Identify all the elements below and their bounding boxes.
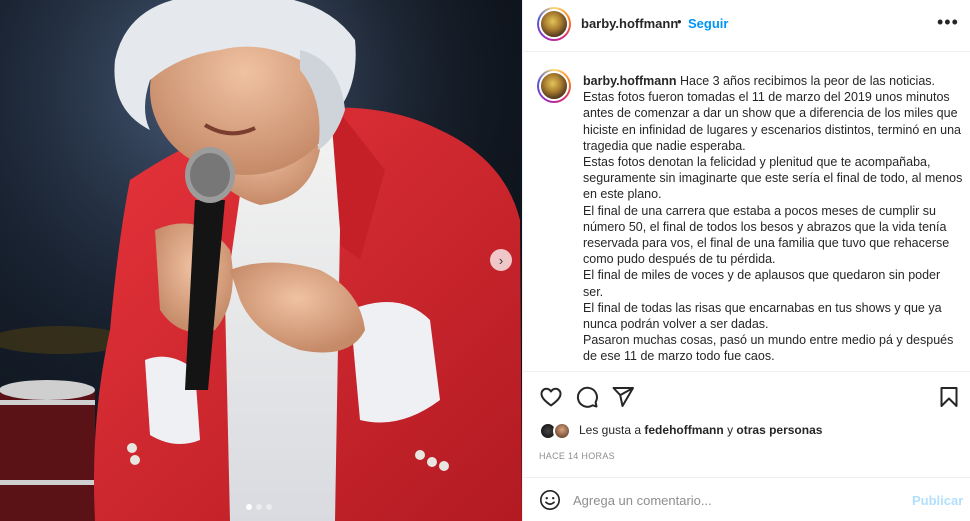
- likes-text: Les gusta a fedehoffmann y otras persona…: [579, 423, 822, 437]
- post-side-panel: barby.hoffmann • Seguir ••• barby.hoffma…: [522, 0, 970, 521]
- comment-input[interactable]: [573, 490, 893, 510]
- comment-bar: Publicar: [523, 477, 970, 521]
- caption-paragraph: El final de todas las risas que encarnab…: [583, 300, 942, 332]
- avatar[interactable]: [537, 7, 571, 41]
- caption-paragraph: barby.hoffmann Hace 3 años recibimos la …: [583, 73, 963, 89]
- caption-username[interactable]: barby.hoffmann: [583, 74, 677, 88]
- post-photo[interactable]: ›: [0, 0, 522, 521]
- more-options-icon[interactable]: •••: [937, 12, 959, 33]
- carousel-dot: [266, 504, 272, 510]
- comment-icon[interactable]: [575, 385, 599, 409]
- publish-button[interactable]: Publicar: [912, 493, 963, 508]
- bookmark-icon[interactable]: [937, 385, 961, 409]
- photo-illustration: [0, 0, 522, 521]
- emoji-icon[interactable]: [539, 489, 561, 511]
- post-header: barby.hoffmann • Seguir •••: [523, 0, 970, 52]
- likes-prefix: Les gusta a: [579, 423, 645, 437]
- carousel-dot: [256, 504, 262, 510]
- chevron-right-icon[interactable]: ›: [490, 249, 512, 271]
- likes-row: Les gusta a fedehoffmann y otras persona…: [539, 420, 959, 442]
- caption-paragraph: Estas fotos fueron tomadas el 11 de marz…: [583, 90, 961, 153]
- caption-paragraph: Estas fotos denotan la felicidad y pleni…: [583, 155, 963, 202]
- caption-paragraph: El final de una carrera que estaba a poc…: [583, 203, 950, 267]
- follow-button[interactable]: Seguir: [688, 16, 728, 31]
- heart-icon[interactable]: [539, 385, 563, 409]
- caption-paragraph: El final de miles de voces y de aplausos…: [583, 268, 941, 299]
- action-bar: [523, 371, 970, 421]
- separator-dot: •: [677, 14, 682, 29]
- likes-others-link[interactable]: otras personas: [736, 423, 822, 437]
- caption-paragraph: Pasaron muchas cosas, pasó un mundo entr…: [583, 333, 954, 364]
- caption-avatar[interactable]: [537, 69, 571, 103]
- caption-text: barby.hoffmann Hace 3 años recibimos la …: [583, 73, 963, 365]
- caption-area: barby.hoffmann Hace 3 años recibimos la …: [523, 53, 970, 371]
- post-timestamp[interactable]: HACE 14 HORAS: [539, 451, 615, 461]
- liker-username[interactable]: fedehoffmann: [644, 423, 723, 437]
- liker-avatar[interactable]: [553, 422, 571, 440]
- carousel-dot: [246, 504, 252, 510]
- likes-middle: y: [723, 423, 737, 437]
- share-icon[interactable]: [611, 385, 635, 409]
- header-username[interactable]: barby.hoffmann: [581, 16, 678, 31]
- caption-line: Hace 3 años recibimos la peor de las not…: [680, 74, 936, 88]
- carousel-dots: [246, 504, 272, 510]
